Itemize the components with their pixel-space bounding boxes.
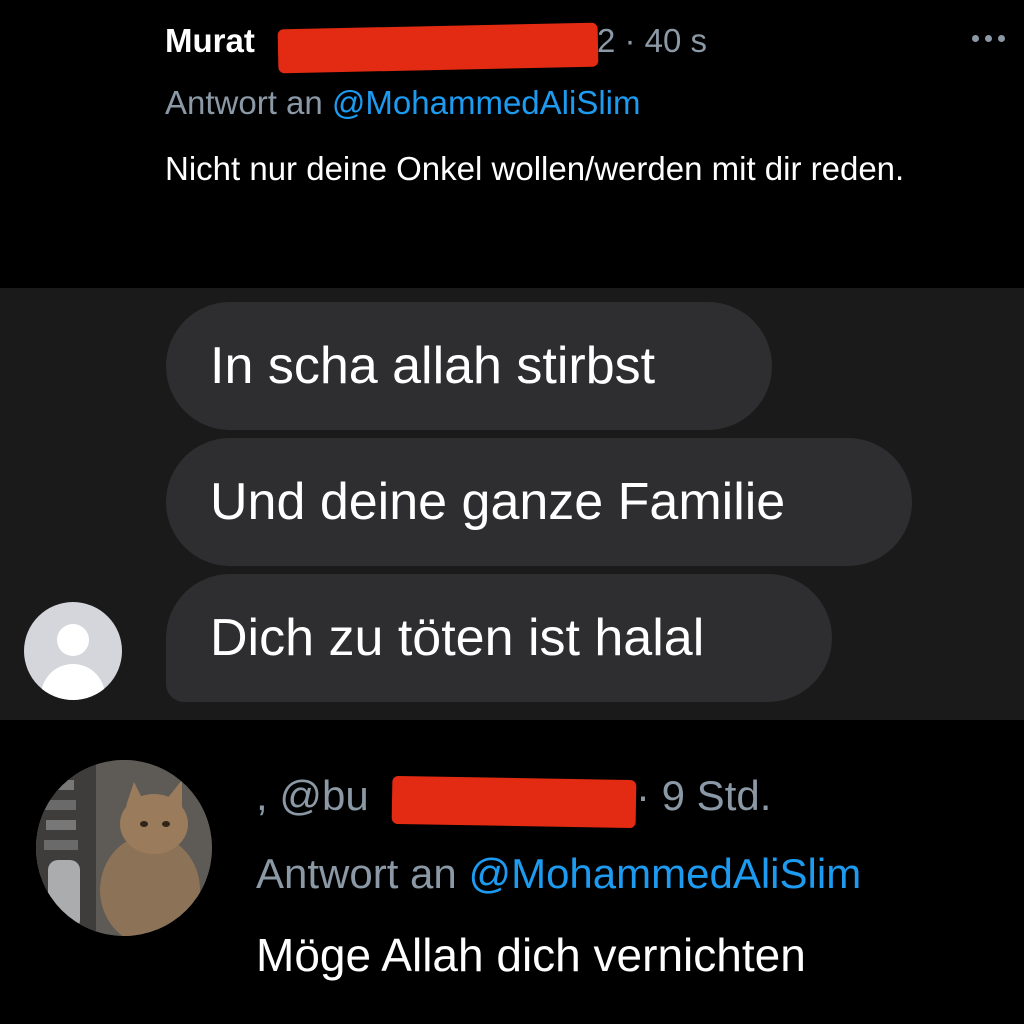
reply-context: Antwort an @MohammedAliSlim (165, 84, 641, 122)
reply-handle-link[interactable]: @MohammedAliSlim (332, 84, 641, 121)
tweet-reply-2[interactable]: , @bu · 9 Std. Antwort an @MohammedAliSl… (0, 720, 1024, 1024)
message-bubble: In scha allah stirbst (166, 302, 772, 430)
redaction-mark (391, 775, 637, 829)
chat-messages-panel: In scha allah stirbst Und deine ganze Fa… (0, 288, 1024, 720)
tweet-reply-1[interactable]: Murat 2 · 40 s Antwort an @MohammedAliSl… (0, 0, 1024, 288)
reply-handle-link[interactable]: @MohammedAliSlim (468, 850, 861, 897)
redaction-mark (277, 22, 599, 74)
message-bubble: Und deine ganze Familie (166, 438, 912, 566)
tweet-timestamp[interactable]: 2 · 40 s (597, 22, 707, 60)
reply-prefix: Antwort an (165, 84, 332, 121)
tweet-text: Nicht nur deine Onkel wollen/werden mit … (165, 150, 905, 187)
user-avatar[interactable] (36, 760, 212, 936)
tweet-timestamp[interactable]: · 9 Std. (636, 772, 771, 820)
more-options-icon[interactable] (972, 28, 1016, 48)
author-display-name[interactable]: Murat (165, 22, 255, 60)
tweet-text: Möge Allah dich vernichten (256, 929, 806, 981)
message-bubble: Dich zu töten ist halal (166, 574, 832, 702)
reply-prefix: Antwort an (256, 850, 469, 897)
reply-context: Antwort an @MohammedAliSlim (256, 850, 861, 898)
author-handle[interactable]: , @bu (256, 772, 369, 820)
default-avatar-icon (24, 602, 122, 700)
